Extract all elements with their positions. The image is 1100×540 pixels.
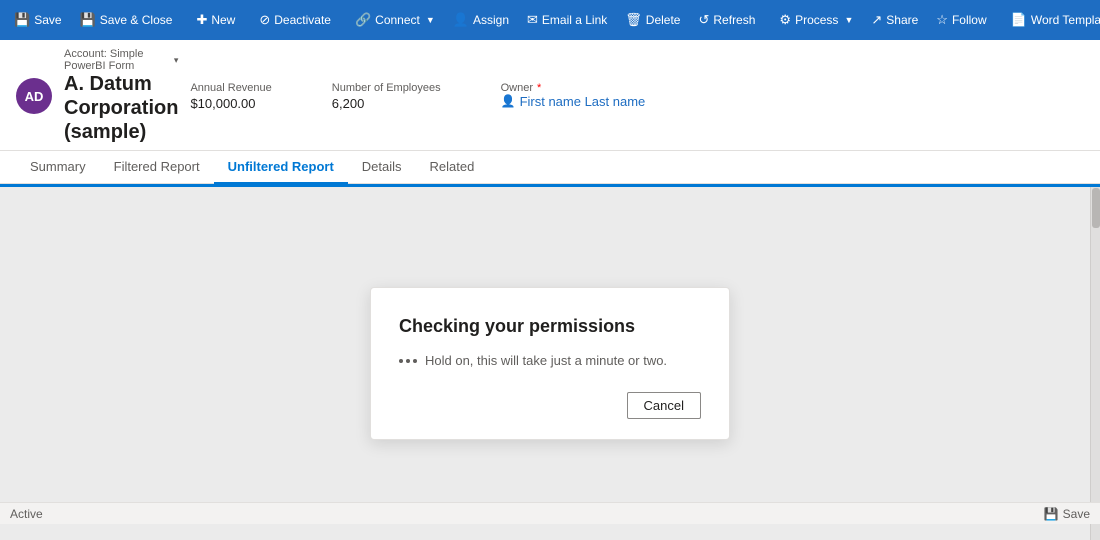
entity-info: Account: Simple PowerBI Form ▾ A. Datum … xyxy=(64,48,178,144)
annual-revenue-value: $10,000.00 xyxy=(190,96,271,111)
status-save-button[interactable]: 💾 Save xyxy=(1044,507,1090,521)
spinner-dot-1 xyxy=(399,359,403,363)
refresh-icon: ↺ xyxy=(698,12,709,28)
num-employees-label: Number of Employees xyxy=(332,82,441,94)
modal-body-text: Hold on, this will take just a minute or… xyxy=(425,353,667,368)
assign-icon: 👤 xyxy=(453,12,469,28)
save-close-icon: 💾 xyxy=(80,12,96,28)
tabs-bar: Summary Filtered Report Unfiltered Repor… xyxy=(0,151,1100,184)
status-label: Active xyxy=(10,507,43,521)
connect-button[interactable]: 🔗 Connect ▼ xyxy=(347,4,443,36)
owner-person-icon: 👤 xyxy=(501,94,516,108)
tab-filtered-report[interactable]: Filtered Report xyxy=(100,151,214,184)
share-icon: ↗ xyxy=(871,12,882,28)
deactivate-button[interactable]: ⊘ Deactivate xyxy=(251,4,339,36)
fields-row: Annual Revenue $10,000.00 Number of Empl… xyxy=(190,82,1084,111)
tab-related[interactable]: Related xyxy=(416,151,489,184)
num-employees-value: 6,200 xyxy=(332,96,441,111)
tab-summary[interactable]: Summary xyxy=(16,151,100,184)
deactivate-icon: ⊘ xyxy=(259,12,270,28)
save-button[interactable]: 💾 Save xyxy=(6,4,70,36)
annual-revenue-field: Annual Revenue $10,000.00 xyxy=(190,82,271,111)
spinner-dot-2 xyxy=(406,359,410,363)
owner-required-indicator: * xyxy=(537,82,541,94)
status-save-label: Save xyxy=(1063,507,1090,521)
modal-body: Hold on, this will take just a minute or… xyxy=(399,353,701,368)
annual-revenue-label: Annual Revenue xyxy=(190,82,271,94)
email-link-button[interactable]: ✉ Email a Link xyxy=(519,4,615,36)
delete-button[interactable]: 🗑 Delete xyxy=(617,4,688,36)
modal-title: Checking your permissions xyxy=(399,316,701,337)
entity-header: AD Account: Simple PowerBI Form ▾ A. Dat… xyxy=(0,40,1100,151)
connect-icon: 🔗 xyxy=(355,12,371,28)
follow-icon: ☆ xyxy=(936,12,948,28)
share-button[interactable]: ↗ Share xyxy=(863,4,926,36)
modal-dialog: Checking your permissions Hold on, this … xyxy=(370,287,730,440)
email-link-icon: ✉ xyxy=(527,12,538,28)
new-icon: ✚ xyxy=(196,12,207,28)
connect-chevron: ▼ xyxy=(426,15,435,25)
word-templates-button[interactable]: 📄 Word Templates ▼ xyxy=(1003,4,1100,36)
owner-value[interactable]: 👤 First name Last name xyxy=(501,94,646,109)
spinner-dot-3 xyxy=(413,359,417,363)
save-close-button[interactable]: 💾 Save & Close xyxy=(72,4,181,36)
status-save-icon: 💾 xyxy=(1044,507,1059,521)
tab-unfiltered-report[interactable]: Unfiltered Report xyxy=(214,151,348,184)
main-content: Checking your permissions Hold on, this … xyxy=(0,187,1100,540)
spinner xyxy=(399,359,417,363)
modal-overlay: Checking your permissions Hold on, this … xyxy=(0,187,1100,540)
toolbar: 💾 Save 💾 Save & Close ✚ New ⊘ Deactivate… xyxy=(0,0,1100,40)
tab-details[interactable]: Details xyxy=(348,151,416,184)
modal-footer: Cancel xyxy=(399,392,701,419)
entity-form-label: Account: Simple PowerBI Form ▾ xyxy=(64,48,178,72)
owner-label: Owner * xyxy=(501,82,646,94)
assign-button[interactable]: 👤 Assign xyxy=(445,4,517,36)
process-button[interactable]: ⚙ Process ▼ xyxy=(771,4,861,36)
process-chevron: ▼ xyxy=(844,15,853,25)
form-chevron-icon[interactable]: ▾ xyxy=(174,55,179,66)
word-templates-icon: 📄 xyxy=(1011,12,1027,28)
follow-button[interactable]: ☆ Follow xyxy=(928,4,994,36)
save-icon: 💾 xyxy=(14,12,30,28)
entity-name: A. Datum Corporation (sample) xyxy=(64,72,178,144)
new-button[interactable]: ✚ New xyxy=(188,4,243,36)
owner-field: Owner * 👤 First name Last name xyxy=(501,82,646,109)
avatar: AD xyxy=(16,78,52,114)
num-employees-field: Number of Employees 6,200 xyxy=(332,82,441,111)
delete-icon: 🗑 xyxy=(625,12,642,28)
modal-cancel-button[interactable]: Cancel xyxy=(627,392,701,419)
status-bar: Active 💾 Save xyxy=(0,502,1100,524)
refresh-button[interactable]: ↺ Refresh xyxy=(690,4,763,36)
process-icon: ⚙ xyxy=(779,12,791,28)
